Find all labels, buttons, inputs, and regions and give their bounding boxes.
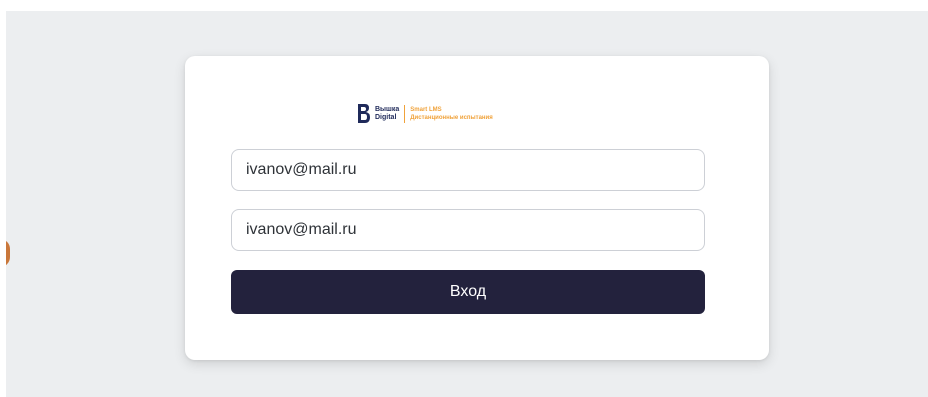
edge-decoration (6, 239, 10, 267)
hse-logo-icon (358, 104, 370, 123)
login-card: Вышка Digital Smart LMS Дистанционные ис… (185, 56, 769, 360)
brand-name-line1: Вышка (375, 106, 400, 113)
brand-divider (404, 105, 406, 123)
login-button[interactable]: Вход (231, 270, 705, 314)
brand-name: Вышка Digital (375, 106, 399, 122)
brand-product-line2: Дистанционные испытания (410, 115, 493, 121)
brand-product: Smart LMS Дистанционные испытания (410, 106, 492, 122)
brand-name-line2: Digital (375, 114, 397, 121)
brand-logo: Вышка Digital Smart LMS Дистанционные ис… (357, 99, 493, 129)
login-page: Вышка Digital Smart LMS Дистанционные ис… (6, 11, 928, 397)
brand-product-line1: Smart LMS (410, 107, 442, 113)
password-field[interactable] (231, 209, 705, 251)
login-field[interactable] (231, 149, 705, 191)
